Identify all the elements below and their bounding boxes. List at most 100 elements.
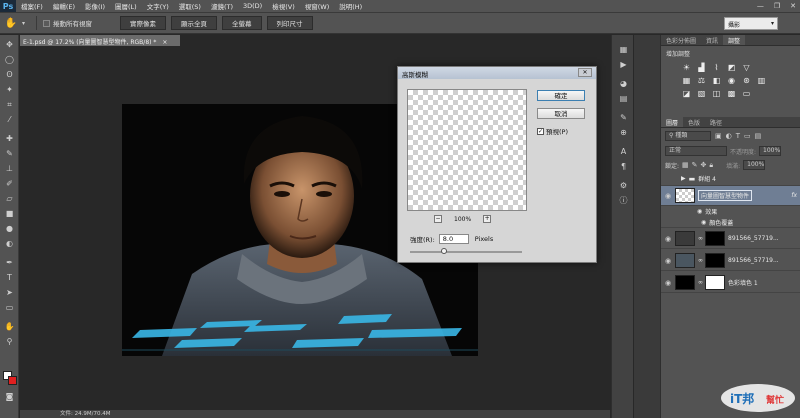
menu-layer[interactable]: 圖層(L): [110, 1, 142, 11]
posterize-icon[interactable]: ▧: [696, 89, 707, 98]
paragraph-panel-icon[interactable]: ¶: [618, 162, 629, 172]
brightness-icon[interactable]: ☀: [681, 63, 692, 72]
menu-image[interactable]: 影像(I): [80, 1, 110, 11]
clone-stamp-icon[interactable]: ⊥: [3, 163, 16, 175]
vibrance-icon[interactable]: ▽: [741, 63, 752, 72]
fit-screen-button[interactable]: 顯示全頁: [171, 16, 217, 30]
cancel-button[interactable]: 取消: [537, 108, 585, 119]
filter-shape-icon[interactable]: ▭: [744, 132, 751, 140]
info-panel-icon[interactable]: ⓘ: [618, 196, 629, 206]
history-panel-icon[interactable]: ▦: [618, 45, 629, 55]
tab-layers[interactable]: 圖層: [661, 117, 684, 127]
selective-color-icon[interactable]: ▩: [726, 89, 737, 98]
history-brush-icon[interactable]: ✐: [3, 178, 16, 190]
filter-smart-icon[interactable]: ▤: [755, 132, 762, 140]
color-overlay-effect-row[interactable]: ◉ 顏色覆蓋: [661, 217, 800, 228]
radius-slider-thumb[interactable]: [440, 248, 447, 254]
tab-paths[interactable]: 路徑: [705, 117, 727, 127]
menu-view[interactable]: 檢視(V): [267, 1, 300, 11]
eyedropper-icon[interactable]: ⁄: [3, 114, 16, 126]
layer-mask-thumbnail[interactable]: [705, 275, 725, 290]
close-icon[interactable]: ✕: [790, 2, 796, 10]
eye-icon[interactable]: ◉: [661, 257, 675, 265]
radius-input[interactable]: 8.0: [438, 234, 469, 244]
restore-icon[interactable]: ❐: [774, 2, 780, 10]
filter-type-icon[interactable]: T: [736, 132, 740, 140]
tab-channels[interactable]: 色版: [683, 117, 705, 127]
black-white-icon[interactable]: ◧: [711, 76, 722, 85]
curves-icon[interactable]: ⌇: [711, 63, 722, 72]
filter-pixel-icon[interactable]: ▣: [715, 132, 722, 140]
character-panel-icon[interactable]: A: [618, 147, 629, 157]
channel-mixer-icon[interactable]: ⊛: [741, 76, 752, 85]
eye-icon[interactable]: ◉: [661, 279, 675, 287]
exposure-icon[interactable]: ◩: [726, 63, 737, 72]
layer-mask-thumbnail[interactable]: [705, 253, 725, 268]
preview-checkbox[interactable]: ✓: [537, 127, 544, 135]
filter-preview[interactable]: [407, 89, 527, 211]
layer-filter-select[interactable]: ⚲ 種類: [665, 131, 711, 141]
color-panel-icon[interactable]: ◕: [618, 79, 629, 89]
tab-histogram[interactable]: 色彩分佈圖: [661, 35, 701, 45]
marquee-tool-icon[interactable]: ◯: [3, 54, 16, 66]
tab-info[interactable]: 資訊: [701, 35, 723, 45]
menu-file[interactable]: 檔案(F): [16, 1, 48, 11]
document-tab[interactable]: E-1.psd @ 17.2% (向量圖智慧型物件, RGB/8) * ×: [20, 35, 180, 46]
hue-saturation-icon[interactable]: ▦: [681, 76, 692, 85]
chevron-right-icon[interactable]: ▶: [681, 175, 686, 182]
brush-panel-icon[interactable]: ✎: [618, 113, 629, 123]
tab-adjustments[interactable]: 調整: [723, 35, 746, 45]
zoom-in-button[interactable]: +: [483, 215, 492, 223]
move-tool-icon[interactable]: ✥: [3, 39, 16, 51]
shape-tool-icon[interactable]: ▭: [3, 302, 16, 314]
color-balance-icon[interactable]: ⚖: [696, 76, 707, 85]
actions-panel-icon[interactable]: ▶: [618, 60, 629, 70]
menu-select[interactable]: 選取(S): [174, 1, 206, 11]
radius-slider[interactable]: [410, 248, 522, 254]
gradient-tool-icon[interactable]: ■: [3, 208, 16, 220]
dialog-close-icon[interactable]: ✕: [578, 68, 592, 77]
fx-badge[interactable]: fx: [791, 192, 797, 199]
zoom-out-button[interactable]: −: [434, 215, 442, 223]
dialog-title-bar[interactable]: 高斯模糊 ✕: [398, 67, 596, 79]
minimize-icon[interactable]: —: [757, 2, 764, 10]
gradient-map-icon[interactable]: ▭: [741, 89, 752, 98]
tool-preset-dropdown-icon[interactable]: ▾: [22, 20, 30, 27]
path-selection-icon[interactable]: ➤: [3, 287, 16, 299]
eye-icon[interactable]: ◉: [661, 192, 675, 200]
lock-pixels-icon[interactable]: ✎: [692, 161, 698, 169]
color-lookup-icon[interactable]: ▥: [756, 76, 767, 85]
swatches-panel-icon[interactable]: ▤: [618, 94, 629, 104]
hand-tool-icon[interactable]: ✋: [0, 18, 22, 29]
fill-input[interactable]: 100%: [743, 160, 766, 170]
threshold-icon[interactable]: ◫: [711, 89, 722, 98]
brush-tool-icon[interactable]: ✎: [3, 148, 16, 160]
lock-transparency-icon[interactable]: ▦: [682, 161, 689, 169]
blur-tool-icon[interactable]: ●: [3, 223, 16, 235]
clone-source-icon[interactable]: ⊕: [618, 128, 629, 138]
opacity-input[interactable]: 100%: [759, 146, 782, 156]
dodge-tool-icon[interactable]: ◐: [3, 238, 16, 250]
pen-tool-icon[interactable]: ✒: [3, 257, 16, 269]
filter-adjust-icon[interactable]: ◐: [726, 132, 732, 140]
layer-row-group[interactable]: ▶ ▬ 群組 4: [661, 172, 800, 186]
menu-window[interactable]: 視窗(W): [300, 1, 335, 11]
properties-panel-icon[interactable]: ⚙: [618, 181, 629, 191]
eye-icon[interactable]: ◉: [701, 219, 706, 226]
menu-help[interactable]: 說明(H): [334, 1, 367, 11]
eye-icon[interactable]: ◉: [661, 235, 675, 243]
fill-screen-button[interactable]: 全螢幕: [222, 16, 262, 30]
print-size-button[interactable]: 列印尺寸: [266, 16, 313, 30]
lock-all-icon[interactable]: 🔒︎: [709, 161, 713, 170]
layer-row-photo-2[interactable]: ◉ ∞ 891566_57719...: [661, 251, 800, 271]
lasso-tool-icon[interactable]: ʘ: [3, 69, 16, 81]
hand-tool-icon[interactable]: ✋: [3, 321, 16, 333]
menu-3d[interactable]: 3D(D): [238, 2, 267, 10]
background-color-swatch[interactable]: [8, 376, 17, 385]
zoom-tool-icon[interactable]: ⚲: [3, 336, 16, 348]
quick-mask-icon[interactable]: ◙: [3, 391, 16, 403]
magic-wand-icon[interactable]: ✦: [3, 84, 16, 96]
crop-tool-icon[interactable]: ⌗: [3, 99, 16, 111]
lock-position-icon[interactable]: ✥: [701, 161, 707, 169]
layer-row-smart-object[interactable]: ◉ 向量圖智慧型物件 fx: [661, 186, 800, 206]
